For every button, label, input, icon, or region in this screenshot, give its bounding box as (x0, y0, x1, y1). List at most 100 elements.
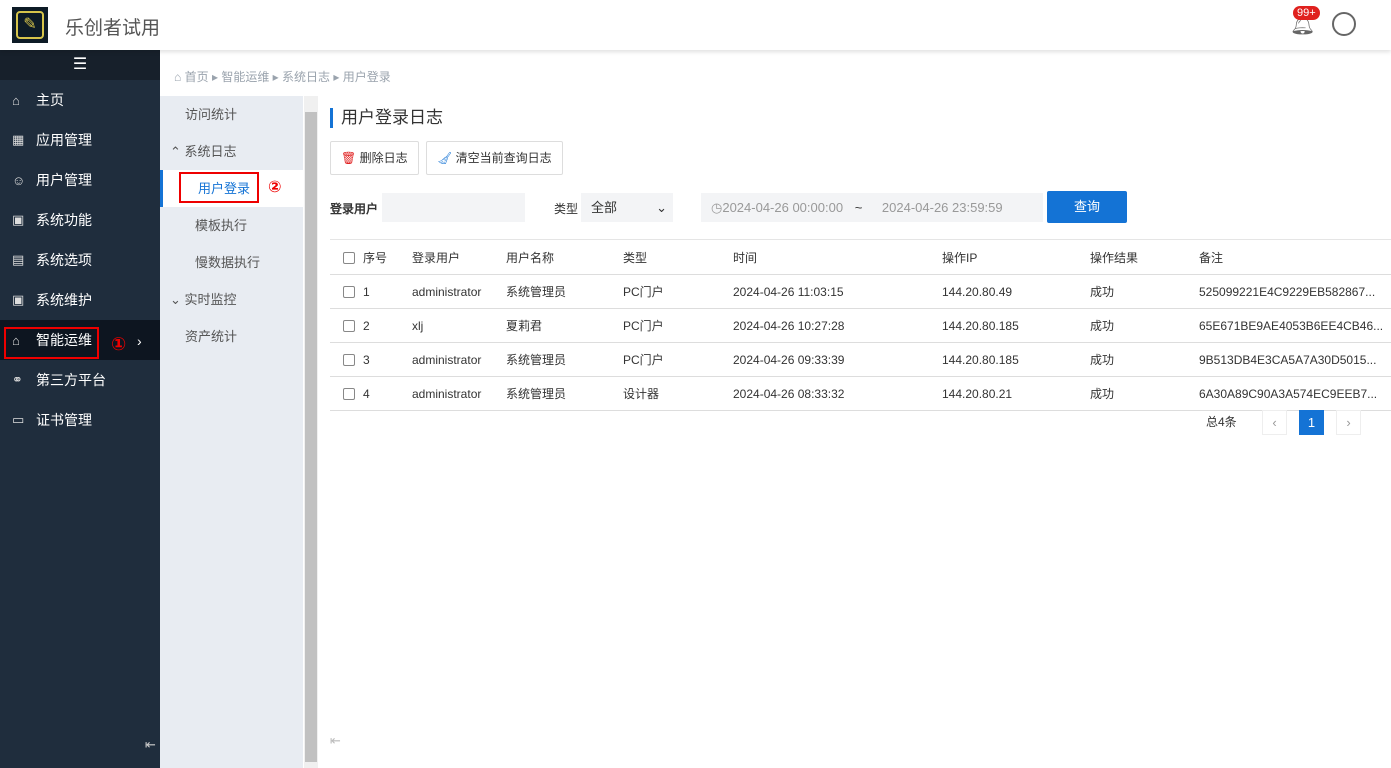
cell: 144.20.80.21 (942, 386, 1013, 401)
type-select[interactable]: 全部 ⌄ (581, 193, 673, 222)
header: 类型 (623, 239, 733, 275)
cell: 成功 (1090, 387, 1115, 401)
submenu-group-monitor[interactable]: ⌄ 实时监控 (160, 281, 303, 318)
cell: 4 (363, 386, 370, 401)
clear-log-button[interactable]: 🧹︎ 清空当前查询日志 (426, 141, 563, 175)
header: 操作IP (942, 239, 1090, 275)
label: 清空当前查询日志 (455, 151, 552, 165)
chevron-right-icon[interactable]: › (137, 333, 142, 349)
menu-toggle-icon[interactable]: ☰ (0, 50, 160, 80)
delete-log-button[interactable]: 🗑︎ 删除日志 (330, 141, 419, 175)
type-label: 类型 (554, 202, 579, 216)
system-function-icon: ▣ (12, 212, 25, 227)
cell: 系统管理员 (506, 387, 567, 401)
collapse-icon[interactable]: ⇤ (145, 737, 156, 753)
cell: 系统管理员 (506, 285, 567, 299)
date-range-input[interactable]: ◷2024-04-26 00:00:00 ~ 2024-04-26 23:59:… (701, 193, 1043, 222)
sidebar-item-label: 系统维护 (36, 292, 92, 308)
group-label: 实时监控 (184, 292, 237, 307)
sidebar-item-label: 应用管理 (36, 132, 92, 148)
log-table: 序号 登录用户 用户名称 类型 时间 操作IP 操作结果 备注 1 adminis… (330, 239, 1391, 411)
highlight-box (4, 327, 99, 359)
page-title: 用户登录日志 (330, 108, 443, 128)
app-logo: ✎ (12, 7, 48, 43)
sidebar-item-label: 系统选项 (36, 252, 92, 268)
cell: 2 (363, 318, 370, 333)
row-checkbox[interactable] (343, 388, 355, 401)
submenu-item-slow-data[interactable]: 慢数据执行 (160, 244, 303, 281)
submenu-group-system-log[interactable]: ⌃ 系统日志 (160, 133, 303, 170)
end-date[interactable]: 2024-04-26 23:59:59 (882, 200, 1003, 215)
collapse-icon[interactable]: ⇤ (330, 733, 341, 749)
query-button[interactable]: 查询 (1047, 191, 1127, 223)
sidebar-item-certificate[interactable]: ▭ 证书管理 (0, 400, 160, 440)
cell: PC门户 (623, 353, 664, 367)
cell: 525099221E4C9229EB582867... (1199, 284, 1376, 299)
start-date[interactable]: 2024-04-26 00:00:00 (722, 200, 843, 215)
table-row[interactable]: 1 administrator 系统管理员 PC门户 2024-04-26 11:03:… (330, 274, 1391, 309)
cell: 3 (363, 352, 370, 367)
table-row[interactable]: 2 xlj 夏莉君 PC门户 2024-04-26 10:27:28 144.20.80.… (330, 308, 1391, 343)
sidebar-item-user-manage[interactable]: ☺ 用户管理 (0, 160, 160, 200)
row-checkbox[interactable] (343, 354, 355, 367)
sidebar-item-system-options[interactable]: ▤ 系统选项 (0, 240, 160, 280)
user-manage-icon: ☺ (12, 172, 26, 188)
trash-icon: 🗑︎ (341, 151, 357, 165)
header: 操作结果 (1090, 239, 1199, 275)
user-avatar-icon[interactable] (1332, 12, 1356, 36)
sidebar-item-third-party[interactable]: ⚭ 第三方平台 (0, 360, 160, 400)
user-label: 登录用户 (330, 202, 379, 216)
breadcrumb: ⌂ 首页 ▸ 智能运维 ▸ 系统日志 ▸ 用户登录 (174, 70, 391, 84)
table-row[interactable]: 3 administrator 系统管理员 PC门户 2024-04-26 09:33:… (330, 342, 1391, 377)
range-separator: ~ (854, 200, 863, 215)
breadcrumb-item: 用户登录 (342, 70, 391, 84)
submenu-item-visit-stats[interactable]: 访问统计 (160, 96, 303, 133)
cell: 2024-04-26 11:03:15 (733, 284, 844, 299)
select-all-checkbox[interactable] (343, 252, 355, 265)
label: 删除日志 (359, 151, 408, 165)
breadcrumb-item[interactable]: 系统日志 (282, 70, 330, 84)
sidebar-item-label: 用户管理 (36, 172, 92, 188)
page-1-button[interactable]: 1 (1299, 410, 1324, 435)
header: 登录用户 (412, 239, 506, 275)
cell: 成功 (1090, 285, 1115, 299)
sidebar-item-system-maintain[interactable]: ▣ 系统维护 (0, 280, 160, 320)
row-checkbox[interactable] (343, 320, 355, 333)
login-user-input[interactable] (382, 193, 525, 222)
breadcrumb-item[interactable]: 首页 (185, 70, 209, 84)
cell: 9B513DB4E3CA5A7A30D5015... (1199, 352, 1377, 367)
total-count: 总4条 (1206, 415, 1237, 429)
sidebar-item-label: 主页 (36, 92, 64, 108)
table-row[interactable]: 4 administrator 系统管理员 设计器 2024-04-26 08:33:3… (330, 376, 1391, 411)
cell: 144.20.80.49 (942, 284, 1013, 299)
system-maintain-icon: ▣ (12, 292, 25, 307)
highlight-box (179, 172, 259, 203)
step-1-marker: ① (111, 334, 127, 354)
app-manage-icon: ▦ (12, 132, 25, 147)
scrollbar[interactable] (304, 96, 318, 768)
step-2-marker: ② (268, 179, 282, 196)
row-checkbox[interactable] (343, 286, 355, 299)
cell: 设计器 (623, 387, 660, 401)
cell: 144.20.80.185 (942, 352, 1019, 367)
cell: 夏莉君 (506, 319, 543, 333)
header: 时间 (733, 239, 942, 275)
prev-page-button[interactable]: ‹ (1262, 410, 1287, 435)
cell: 2024-04-26 10:27:28 (733, 318, 845, 333)
next-page-button[interactable]: › (1336, 410, 1361, 435)
selected: 全部 (591, 200, 618, 215)
header: 备注 (1199, 239, 1391, 275)
notification-badge: 99+ (1293, 6, 1320, 20)
breadcrumb-item[interactable]: 智能运维 (221, 70, 269, 84)
sidebar-item-home[interactable]: ⌂ 主页 (0, 80, 160, 120)
cell: administrator (412, 352, 482, 367)
sidebar-item-app-manage[interactable]: ▦ 应用管理 (0, 120, 160, 160)
sidebar-item-system-function[interactable]: ▣ 系统功能 (0, 200, 160, 240)
clock-icon: ◷ (711, 200, 723, 215)
cell: 成功 (1090, 319, 1115, 333)
submenu-item-template-exec[interactable]: 模板执行 (160, 207, 303, 244)
cell: PC门户 (623, 319, 664, 333)
submenu-item-assets[interactable]: 资产统计 (160, 318, 303, 355)
group-label: 系统日志 (184, 144, 237, 159)
cell: 144.20.80.185 (942, 318, 1019, 333)
